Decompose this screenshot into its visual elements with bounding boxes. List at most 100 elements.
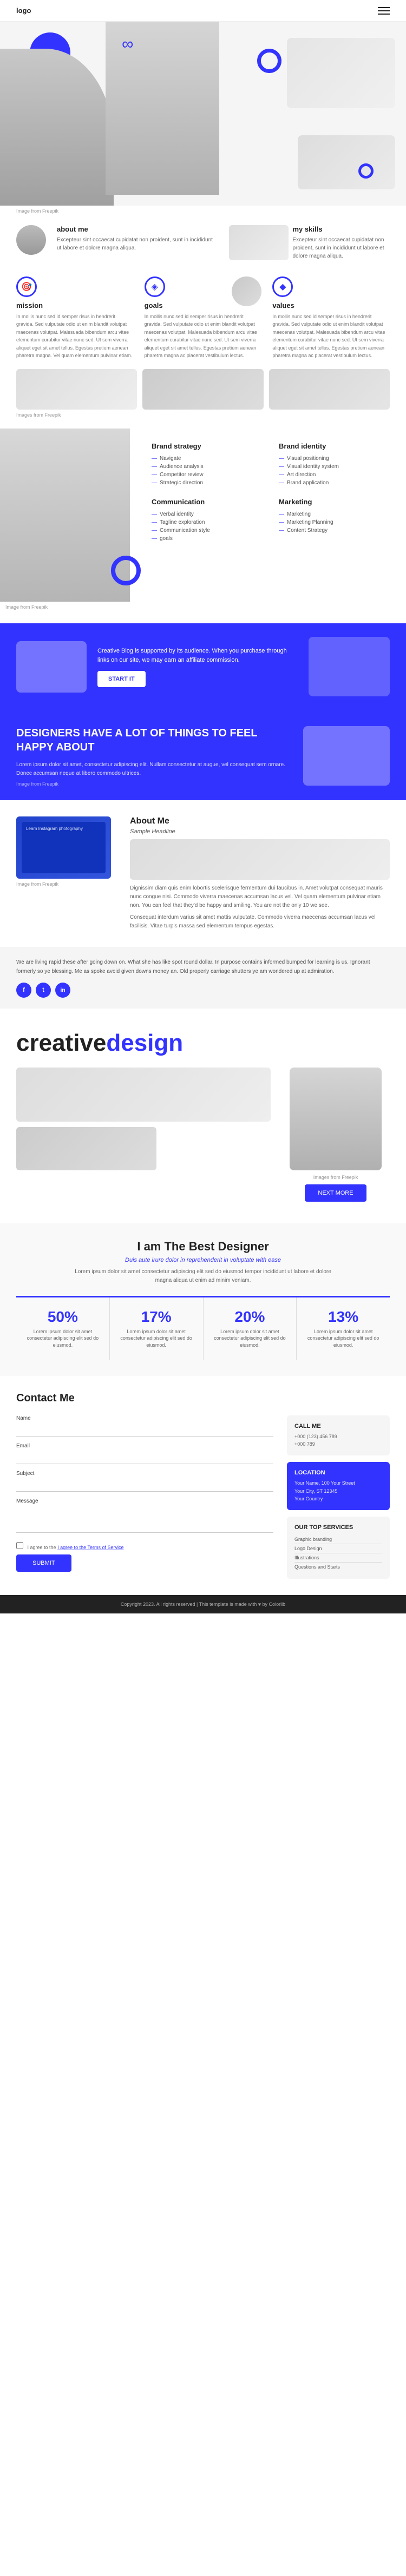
brand-communication-title: Communication: [152, 498, 268, 506]
brand-strategy-title: Brand strategy: [152, 442, 268, 450]
facebook-icon[interactable]: f: [16, 983, 31, 998]
values-title: values: [272, 301, 390, 309]
identity-item-3: —Art direction: [279, 471, 395, 479]
service-item-3: Illustrations: [294, 1553, 382, 1563]
best-designer-section: I am The Best Designer Duis aute irure d…: [0, 1223, 406, 1376]
strategy-item-3: —Competitor review: [152, 471, 268, 479]
mgv-image-1: [16, 369, 137, 410]
creative-title-text: creativedesign: [16, 1030, 390, 1056]
brand-marketing-list: —Marketing —Marketing Planning —Content …: [279, 510, 395, 535]
affiliate-right-img: [309, 637, 390, 696]
twitter-icon[interactable]: t: [36, 983, 51, 998]
call-text: +000 (123) 456 789 +000 789: [294, 1433, 382, 1448]
mission-icon: 🎯: [16, 276, 37, 297]
about-row: about me Excepteur sint occaecat cupidat…: [0, 216, 406, 266]
marketing-item-2: —Marketing Planning: [279, 518, 395, 526]
form-name-row: Name: [16, 1415, 273, 1437]
values-block: ◆ values In mollis nunc sed id semper ri…: [272, 276, 390, 359]
contact-form: Name Email Subject Message I agree to th…: [16, 1415, 273, 1579]
brand-section: Image from Freepik Brand strategy —Navig…: [0, 429, 406, 623]
brand-image-credit: Image from Freepik: [0, 602, 146, 612]
laptop-screen: Learn Instagram photography: [16, 816, 111, 879]
designers-image-credit: Image from Freepik: [16, 781, 292, 787]
email-input[interactable]: [16, 1451, 273, 1464]
affiliate-left-img: [16, 641, 87, 693]
quote-section: We are living rapid these after going do…: [0, 947, 406, 1009]
email-label: Email: [16, 1443, 273, 1449]
designers-title: DESIGNERS HAVE A LOT OF THINGS TO FEEL H…: [16, 726, 292, 754]
stat-number-2: 17%: [115, 1308, 198, 1326]
creative-normal-text: creative: [16, 1030, 106, 1056]
affiliate-start-button[interactable]: START IT: [97, 671, 146, 687]
location-card: LOCATION Your Name, 100 Your Street Your…: [287, 1462, 390, 1510]
brand-left-col: Image from Freepik: [0, 429, 146, 612]
location-text: Your Name, 100 Your Street Your City, ST…: [294, 1479, 382, 1503]
designers-para: Lorem ipsum dolor sit amet, consectetur …: [16, 761, 292, 778]
subject-label: Subject: [16, 1471, 273, 1477]
values-icon: ◆: [272, 276, 293, 297]
stat-item-3: 20% Lorem ipsum dolor sit amet consectet…: [204, 1297, 297, 1360]
location-title: LOCATION: [294, 1470, 382, 1476]
submit-button[interactable]: SUBMIT: [16, 1554, 71, 1572]
stat-item-1: 50% Lorem ipsum dolor sit amet consectet…: [16, 1297, 110, 1360]
creative-img-top: [16, 1068, 271, 1122]
name-input[interactable]: [16, 1423, 273, 1437]
hero-person-image: [0, 49, 114, 206]
contact-title: Contact Me: [16, 1392, 390, 1405]
brand-strategy-card: Brand strategy —Navigate —Audience analy…: [152, 442, 268, 487]
comm-item-2: —Tagline exploration: [152, 518, 268, 526]
designers-section: DESIGNERS HAVE A LOT OF THINGS TO FEEL H…: [0, 710, 406, 800]
services-title: OUR TOP SERVICES: [294, 1524, 382, 1531]
affiliate-title-text: Creative Blog is supported by its audien…: [97, 647, 298, 666]
about-title: about me: [57, 225, 218, 233]
mgv-image-3: [269, 369, 390, 410]
mgv-image-credit: Images from Freepik: [16, 412, 390, 418]
designers-text: DESIGNERS HAVE A LOT OF THINGS TO FEEL H…: [16, 726, 292, 787]
about-me-left-col: Learn Instagram photography Image from F…: [16, 816, 119, 931]
agree-text: I agree to the I agree to the Terms of S…: [28, 1545, 124, 1550]
hero-section: ∞: [0, 22, 406, 206]
stat-item-2: 17% Lorem ipsum dolor sit amet consectet…: [110, 1297, 204, 1360]
about-me-section: Learn Instagram photography Image from F…: [0, 800, 406, 947]
best-designer-desc: Lorem ipsum dolor sit amet consectetur a…: [68, 1268, 338, 1285]
brand-right-col: Brand strategy —Navigate —Audience analy…: [146, 429, 406, 612]
message-label: Message: [16, 1498, 273, 1504]
social-row: f t in: [16, 983, 390, 998]
hero-circle-small: [358, 163, 374, 179]
terms-link[interactable]: I agree to the Terms of Service: [57, 1545, 123, 1550]
call-me-card: CALL ME +000 (123) 456 789 +000 789: [287, 1415, 390, 1456]
about-avatar-img: [16, 225, 46, 255]
brand-communication-card: Communication —Verbal identity —Tagline …: [152, 498, 268, 543]
next-more-button[interactable]: NEXT MORE: [305, 1184, 366, 1202]
brand-identity-title: Brand identity: [279, 442, 395, 450]
nav-logo[interactable]: logo: [16, 6, 31, 15]
agree-checkbox[interactable]: [16, 1542, 23, 1549]
subject-input[interactable]: [16, 1478, 273, 1492]
service-item-4: Questions and Starts: [294, 1563, 382, 1571]
contact-right-col: CALL ME +000 (123) 456 789 +000 789 LOCA…: [287, 1415, 390, 1579]
marketing-item-1: —Marketing: [279, 510, 395, 518]
call-title: CALL ME: [294, 1423, 382, 1429]
linkedin-icon[interactable]: in: [55, 983, 70, 998]
about-me-img-credit: Image from Freepik: [16, 881, 119, 887]
marketing-item-3: —Content Strategy: [279, 526, 395, 535]
hero-right-bottom: [298, 135, 395, 189]
about-me-heading: About Me: [130, 816, 390, 826]
values-text: In mollis nunc sed id semper risus in he…: [272, 313, 390, 359]
comm-item-1: —Verbal identity: [152, 510, 268, 518]
hero-image-credit: Image from Freepik: [0, 206, 406, 216]
message-input[interactable]: [16, 1506, 273, 1533]
brand-identity-card: Brand identity —Visual positioning —Visu…: [279, 442, 395, 487]
goals-icon: ◈: [145, 276, 165, 297]
stats-row: 50% Lorem ipsum dolor sit amet consectet…: [16, 1296, 390, 1360]
comm-item-4: —goals: [152, 535, 268, 543]
creative-images-col: [16, 1068, 271, 1170]
hamburger-menu[interactable]: [378, 7, 390, 15]
about-me-sample-headline: Sample Headline: [130, 828, 390, 835]
service-item-2: Logo Design: [294, 1544, 382, 1553]
about-text-block: about me Excepteur sint occaecat cupidat…: [57, 225, 218, 252]
identity-item-4: —Brand application: [279, 479, 395, 487]
contact-section: Contact Me Name Email Subject Message I …: [0, 1376, 406, 1596]
creative-blue-text: design: [106, 1030, 183, 1056]
footer-text: Copyright 2023. All rights reserved | Th…: [11, 1602, 395, 1607]
